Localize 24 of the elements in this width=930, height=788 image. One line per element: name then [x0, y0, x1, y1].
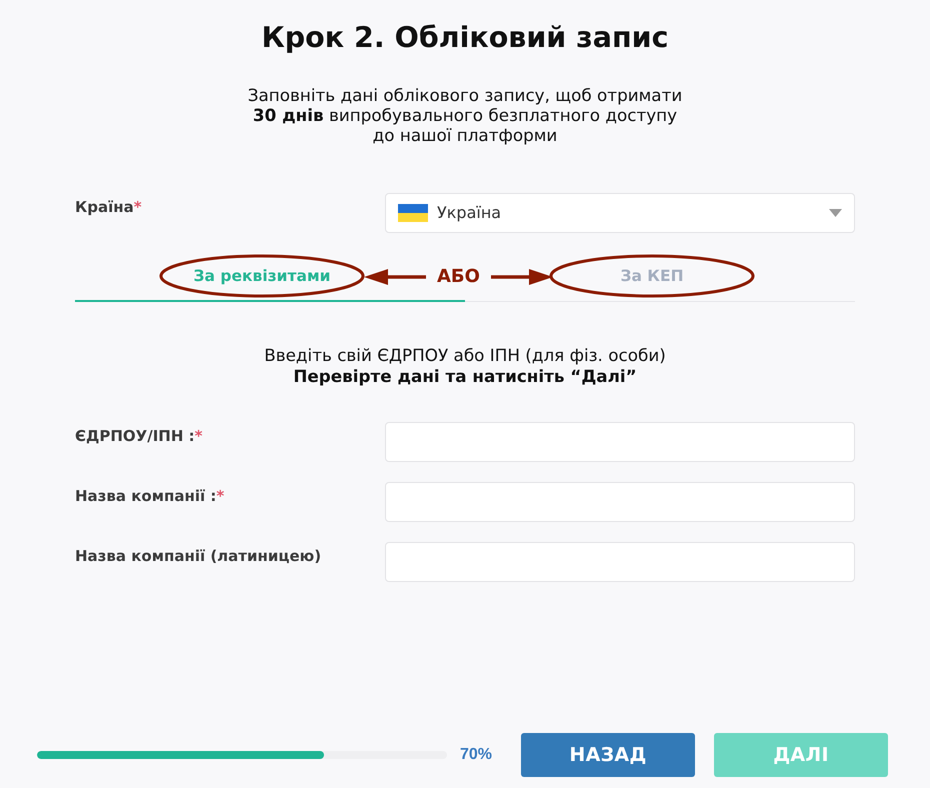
annotation-arrow: [490, 268, 553, 286]
annotation-arrow: [364, 268, 426, 286]
input-field[interactable]: [385, 542, 855, 582]
field-label: ЄДРПОУ/ІПН :: [75, 427, 195, 445]
flag-icon: [398, 204, 428, 222]
instruction-text: Перевірте дані та натисніть “Далі”: [292, 366, 638, 387]
tab[interactable]: За реквізитами: [159, 254, 365, 298]
country-select[interactable]: Україна: [385, 193, 855, 233]
caret-icon: [829, 209, 842, 217]
tab[interactable]: За КЕП: [549, 254, 755, 298]
annotation-label: АБО: [437, 266, 480, 288]
field-label: Назва компанії (латиницею): [75, 547, 322, 565]
required-asterisk: *: [216, 487, 224, 505]
required-asterisk: *: [194, 427, 202, 445]
instruction-text: Введіть свій ЄДРПОУ або ІПН (для фіз. особи): [263, 345, 667, 366]
field-label: Країна: [75, 198, 134, 216]
page-title: Крок 2. Обліковий запис: [260, 20, 670, 56]
input-field[interactable]: [385, 422, 855, 462]
required-asterisk: *: [134, 198, 142, 216]
progress-percent: 70%: [460, 745, 492, 765]
back-button[interactable]: НАЗАД: [521, 733, 696, 777]
input-field[interactable]: [385, 482, 855, 522]
intro-text: Заповніть дані облікового запису, щоб отримати 30 днів випробувального безплатного доступу до нашої платформи: [246, 85, 684, 145]
field-label: Назва компанії :: [75, 487, 216, 505]
